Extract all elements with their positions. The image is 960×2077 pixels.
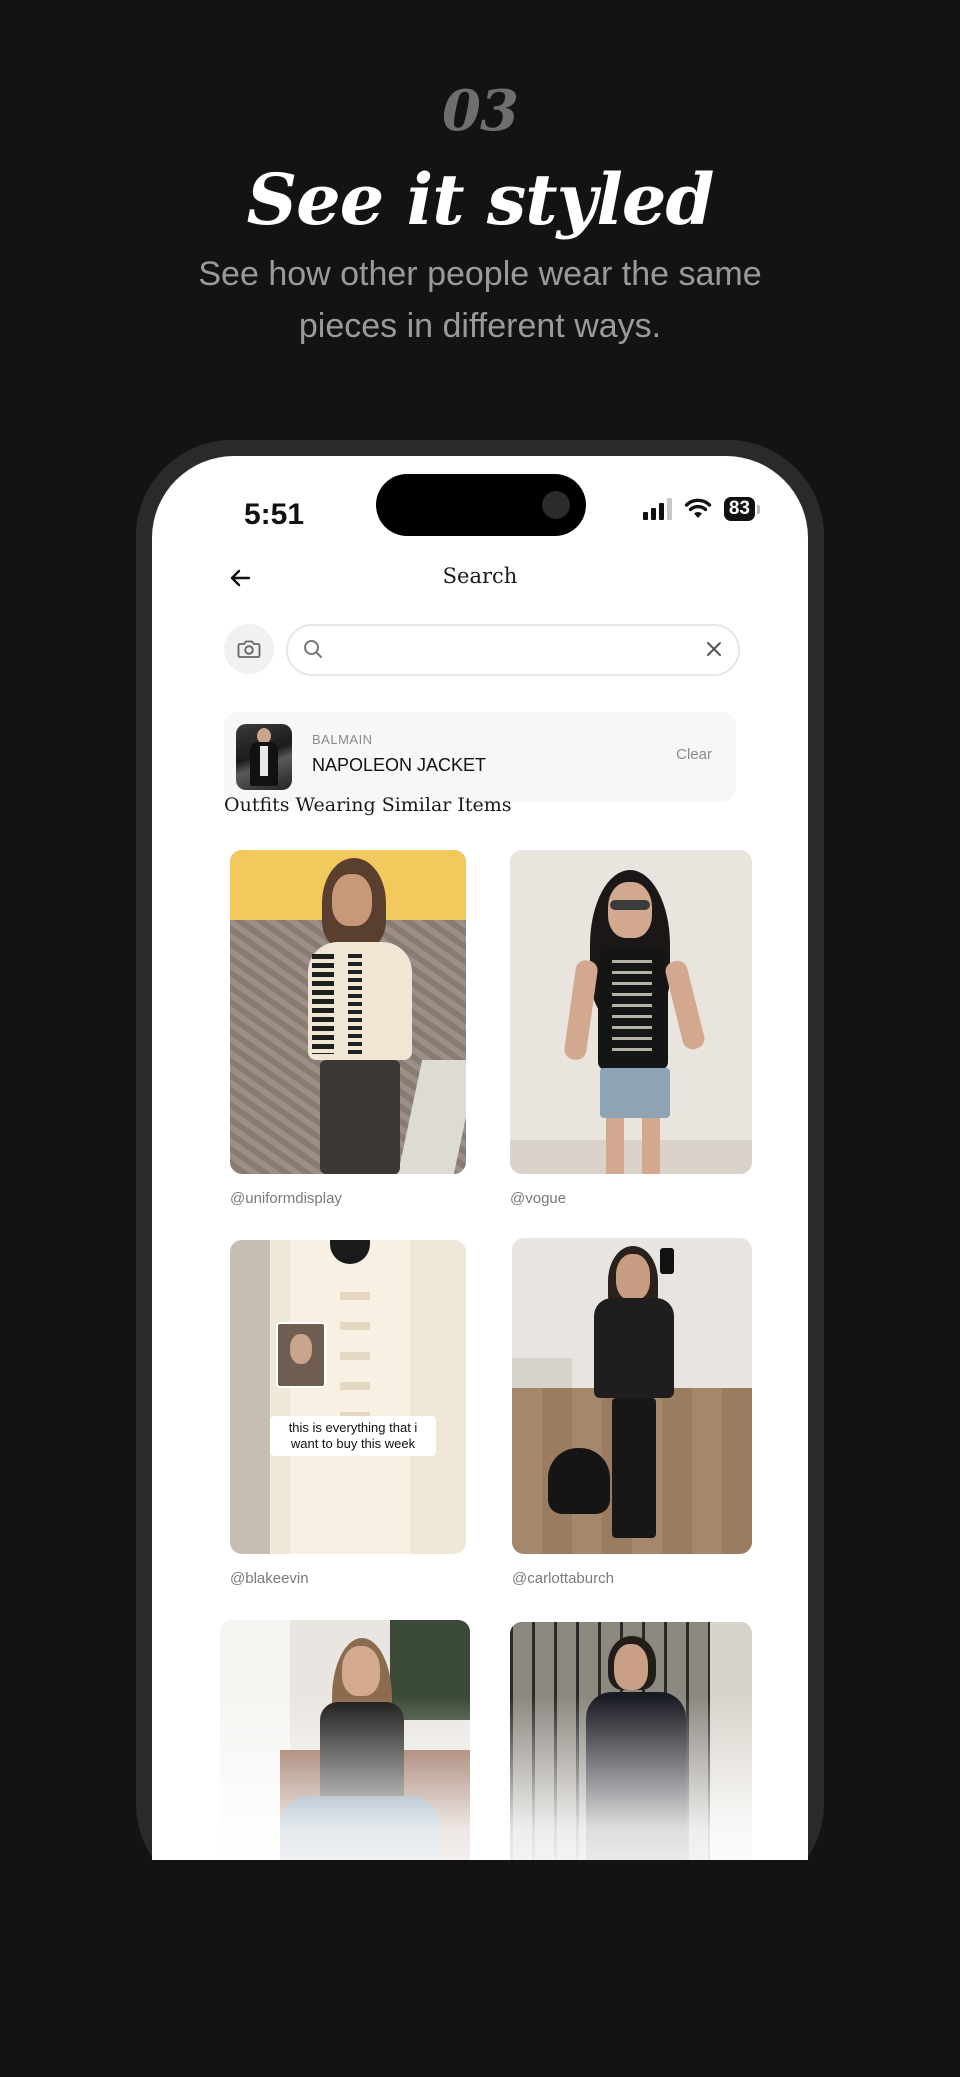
status-time: 5:51 [244, 498, 305, 531]
close-icon[interactable] [704, 639, 724, 659]
search-icon [304, 640, 322, 658]
outfit-card[interactable]: @vogue [510, 850, 752, 1220]
outfit-card[interactable]: @carlottaburch [512, 1238, 752, 1600]
outfit-photo [510, 850, 752, 1174]
outfit-card[interactable]: @uniformdisplay [230, 850, 466, 1220]
outfit-photo [512, 1238, 752, 1554]
dynamic-island [376, 474, 586, 536]
overlay-caption: this is everything that i want to buy th… [270, 1416, 436, 1456]
clear-button[interactable]: Clear [676, 746, 712, 763]
wifi-icon [684, 498, 712, 518]
outfit-photo: this is everything that i want to buy th… [230, 1240, 466, 1554]
status-icons: 83 [642, 492, 760, 526]
camera-button[interactable] [224, 624, 274, 674]
outfit-handle[interactable]: @carlottaburch [512, 1570, 614, 1587]
battery-level: 83 [723, 497, 755, 521]
step-number: 03 [442, 78, 519, 144]
product-thumbnail [236, 724, 292, 790]
outfit-handle[interactable]: @blakeevin [230, 1570, 309, 1587]
product-name: NAPOLEON JACKET [312, 755, 487, 775]
headline: See it styled [246, 158, 715, 241]
search-input[interactable] [336, 634, 680, 668]
selected-item-card[interactable]: BALMAIN NAPOLEON JACKET Clear [224, 712, 736, 802]
camera-icon [237, 640, 261, 658]
outfit-card[interactable]: this is everything that i want to buy th… [230, 1240, 466, 1600]
cellular-signal-icon [642, 498, 672, 520]
subtext: See how other people wear the same piece… [198, 255, 762, 345]
front-camera [542, 491, 570, 519]
phone-frame: 5:51 83 Search BALMAIN NAPOLEON JACKET C… [136, 440, 824, 1900]
outfit-handle[interactable]: @uniformdisplay [230, 1190, 342, 1207]
outfit-handle[interactable]: @vogue [510, 1190, 566, 1207]
brand-label: BALMAIN [312, 732, 373, 747]
phone-screen: 5:51 83 Search BALMAIN NAPOLEON JACKET C… [152, 456, 808, 1900]
outfit-photo [230, 850, 466, 1174]
battery-icon: 83 [723, 497, 760, 521]
search-field[interactable] [286, 624, 740, 676]
section-title: Outfits Wearing Similar Items [224, 794, 512, 816]
page-title: Search [442, 564, 518, 588]
page-bottom-background [0, 1860, 960, 2077]
